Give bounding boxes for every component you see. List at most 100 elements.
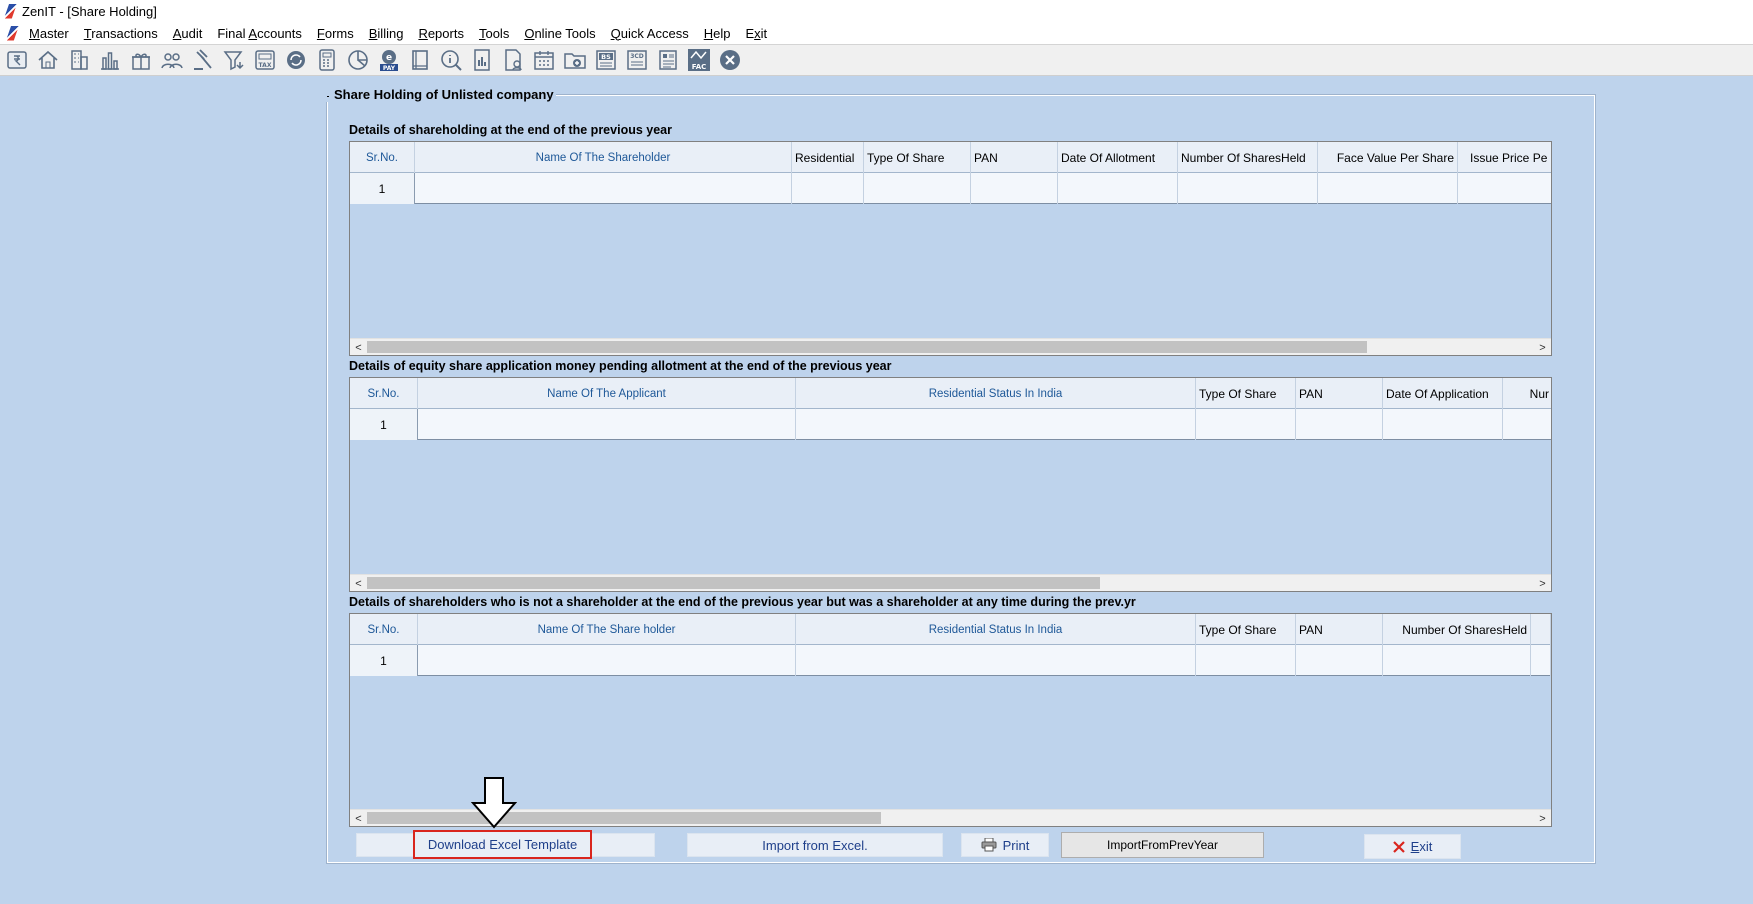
refresh-icon[interactable] (282, 47, 309, 74)
scroll-thumb[interactable] (367, 577, 1100, 589)
menu-item-audit[interactable]: Audit (173, 26, 203, 41)
scroll-thumb[interactable] (367, 341, 1367, 353)
cell-extra[interactable] (1531, 645, 1551, 676)
col-header-name[interactable]: Name Of The Shareholder (415, 142, 792, 173)
col-header-residential-status[interactable]: Residential Status In India (796, 378, 1196, 409)
menu-item-online-tools[interactable]: Online Tools (524, 26, 595, 41)
home-icon[interactable] (34, 47, 61, 74)
col-header-pan[interactable]: PAN (1296, 378, 1383, 409)
tax-icon[interactable]: TAX (251, 47, 278, 74)
cell-pan[interactable] (1296, 409, 1383, 440)
folder-add-icon[interactable] (561, 47, 588, 74)
col-header-issue-price[interactable]: Issue Price Pe (1458, 142, 1551, 173)
horizontal-scrollbar[interactable]: < > (350, 338, 1551, 355)
col-header-face-value[interactable]: Face Value Per Share (1318, 142, 1458, 173)
calendar-icon[interactable] (530, 47, 557, 74)
cell-residential-status[interactable] (796, 409, 1196, 440)
col-header-residential[interactable]: Residential (792, 142, 864, 173)
menu-item-final-accounts[interactable]: Final Accounts (217, 26, 302, 41)
scroll-right-icon[interactable]: > (1534, 339, 1551, 355)
filter-icon[interactable] (220, 47, 247, 74)
3cd-icon[interactable]: 3CD (623, 47, 650, 74)
import-from-excel-button[interactable]: Import from Excel. (687, 833, 943, 857)
cell-shareholder-name[interactable] (418, 645, 796, 676)
user-report-icon[interactable] (499, 47, 526, 74)
cell-number-of-shares[interactable] (1383, 645, 1531, 676)
cell-residential[interactable] (792, 173, 864, 204)
cell-pan[interactable] (1296, 645, 1383, 676)
grid-former-shareholders[interactable]: Sr.No. Name Of The Share holder Resident… (349, 613, 1552, 827)
menu-item-billing[interactable]: Billing (369, 26, 404, 41)
close-circle-icon[interactable] (716, 47, 743, 74)
table-row[interactable]: 1 (350, 173, 1551, 204)
cell-residential-status[interactable] (796, 645, 1196, 676)
col-header-type-of-share[interactable]: Type Of Share (864, 142, 971, 173)
col-header-srno[interactable]: Sr.No. (350, 614, 418, 645)
scroll-left-icon[interactable]: < (350, 339, 367, 355)
col-header-type-of-share[interactable]: Type Of Share (1196, 378, 1296, 409)
cell-name[interactable] (415, 173, 792, 204)
pie-chart-icon[interactable] (344, 47, 371, 74)
scroll-left-icon[interactable]: < (350, 810, 367, 826)
gavel-icon[interactable] (189, 47, 216, 74)
col-header-type-of-share[interactable]: Type Of Share (1196, 614, 1296, 645)
cell-date-of-allotment[interactable] (1058, 173, 1178, 204)
table-row[interactable]: 1 (350, 645, 1551, 676)
scroll-right-icon[interactable]: > (1534, 575, 1551, 591)
col-header-date-of-allotment[interactable]: Date Of Allotment (1058, 142, 1178, 173)
bar-chart-icon[interactable] (96, 47, 123, 74)
cell-applicant-name[interactable] (418, 409, 796, 440)
epay-icon[interactable]: e PAY (375, 47, 402, 74)
cell-number-of-shares[interactable] (1178, 173, 1318, 204)
horizontal-scrollbar[interactable]: < > (350, 809, 1551, 826)
print-button[interactable]: Print (961, 833, 1049, 857)
menu-item-help[interactable]: Help (704, 26, 731, 41)
table-row[interactable]: 1 (350, 409, 1551, 440)
grid-shareholding[interactable]: Sr.No. Name Of The Shareholder Residenti… (349, 141, 1552, 356)
col-header-date-of-application[interactable]: Date Of Application (1383, 378, 1503, 409)
cell-pan[interactable] (971, 173, 1058, 204)
col-header-srno[interactable]: Sr.No. (350, 378, 418, 409)
cell-issue-price[interactable] (1458, 173, 1551, 204)
report-icon[interactable] (468, 47, 495, 74)
building-icon[interactable] (65, 47, 92, 74)
scroll-left-icon[interactable]: < (350, 575, 367, 591)
calculator-icon[interactable] (313, 47, 340, 74)
cell-type-of-share[interactable] (864, 173, 971, 204)
document-icon[interactable] (654, 47, 681, 74)
bs-icon[interactable]: BS (592, 47, 619, 74)
cell-type-of-share[interactable] (1196, 409, 1296, 440)
col-header-srno[interactable]: Sr.No. (350, 142, 415, 173)
cell-date-of-application[interactable] (1383, 409, 1503, 440)
col-header-number[interactable]: Nur (1503, 378, 1551, 409)
menu-item-forms[interactable]: Forms (317, 26, 354, 41)
download-excel-template-button[interactable]: Download Excel Template (413, 830, 592, 859)
fac-icon[interactable]: FAC (685, 47, 712, 74)
col-header-shareholder-name[interactable]: Name Of The Share holder (418, 614, 796, 645)
cell-number[interactable] (1503, 409, 1551, 440)
menu-item-transactions[interactable]: Transactions (84, 26, 158, 41)
col-header-number-of-shares[interactable]: Number Of SharesHeld (1178, 142, 1318, 173)
col-header-number-of-shares[interactable]: Number Of SharesHeld (1383, 614, 1531, 645)
col-header-pan[interactable]: PAN (1296, 614, 1383, 645)
rupee-book-icon[interactable] (3, 47, 30, 74)
app-menu-icon[interactable] (6, 25, 19, 41)
users-icon[interactable] (158, 47, 185, 74)
cell-face-value[interactable] (1318, 173, 1458, 204)
grid-application-money[interactable]: Sr.No. Name Of The Applicant Residential… (349, 377, 1552, 592)
info-search-icon[interactable] (437, 47, 464, 74)
import-from-prev-year-button[interactable]: ImportFromPrevYear (1061, 832, 1264, 858)
menu-item-tools[interactable]: Tools (479, 26, 509, 41)
menu-item-master[interactable]: Master (29, 26, 69, 41)
menu-item-quick-access[interactable]: Quick Access (611, 26, 689, 41)
menu-item-exit[interactable]: Exit (745, 26, 767, 41)
col-header-applicant-name[interactable]: Name Of The Applicant (418, 378, 796, 409)
menu-item-reports[interactable]: Reports (418, 26, 464, 41)
gift-icon[interactable] (127, 47, 154, 74)
scroll-right-icon[interactable]: > (1534, 810, 1551, 826)
exit-button[interactable]: Exit (1364, 834, 1461, 859)
col-header-pan[interactable]: PAN (971, 142, 1058, 173)
cell-type-of-share[interactable] (1196, 645, 1296, 676)
scroll-thumb[interactable] (367, 812, 881, 824)
col-header-residential-status[interactable]: Residential Status In India (796, 614, 1196, 645)
